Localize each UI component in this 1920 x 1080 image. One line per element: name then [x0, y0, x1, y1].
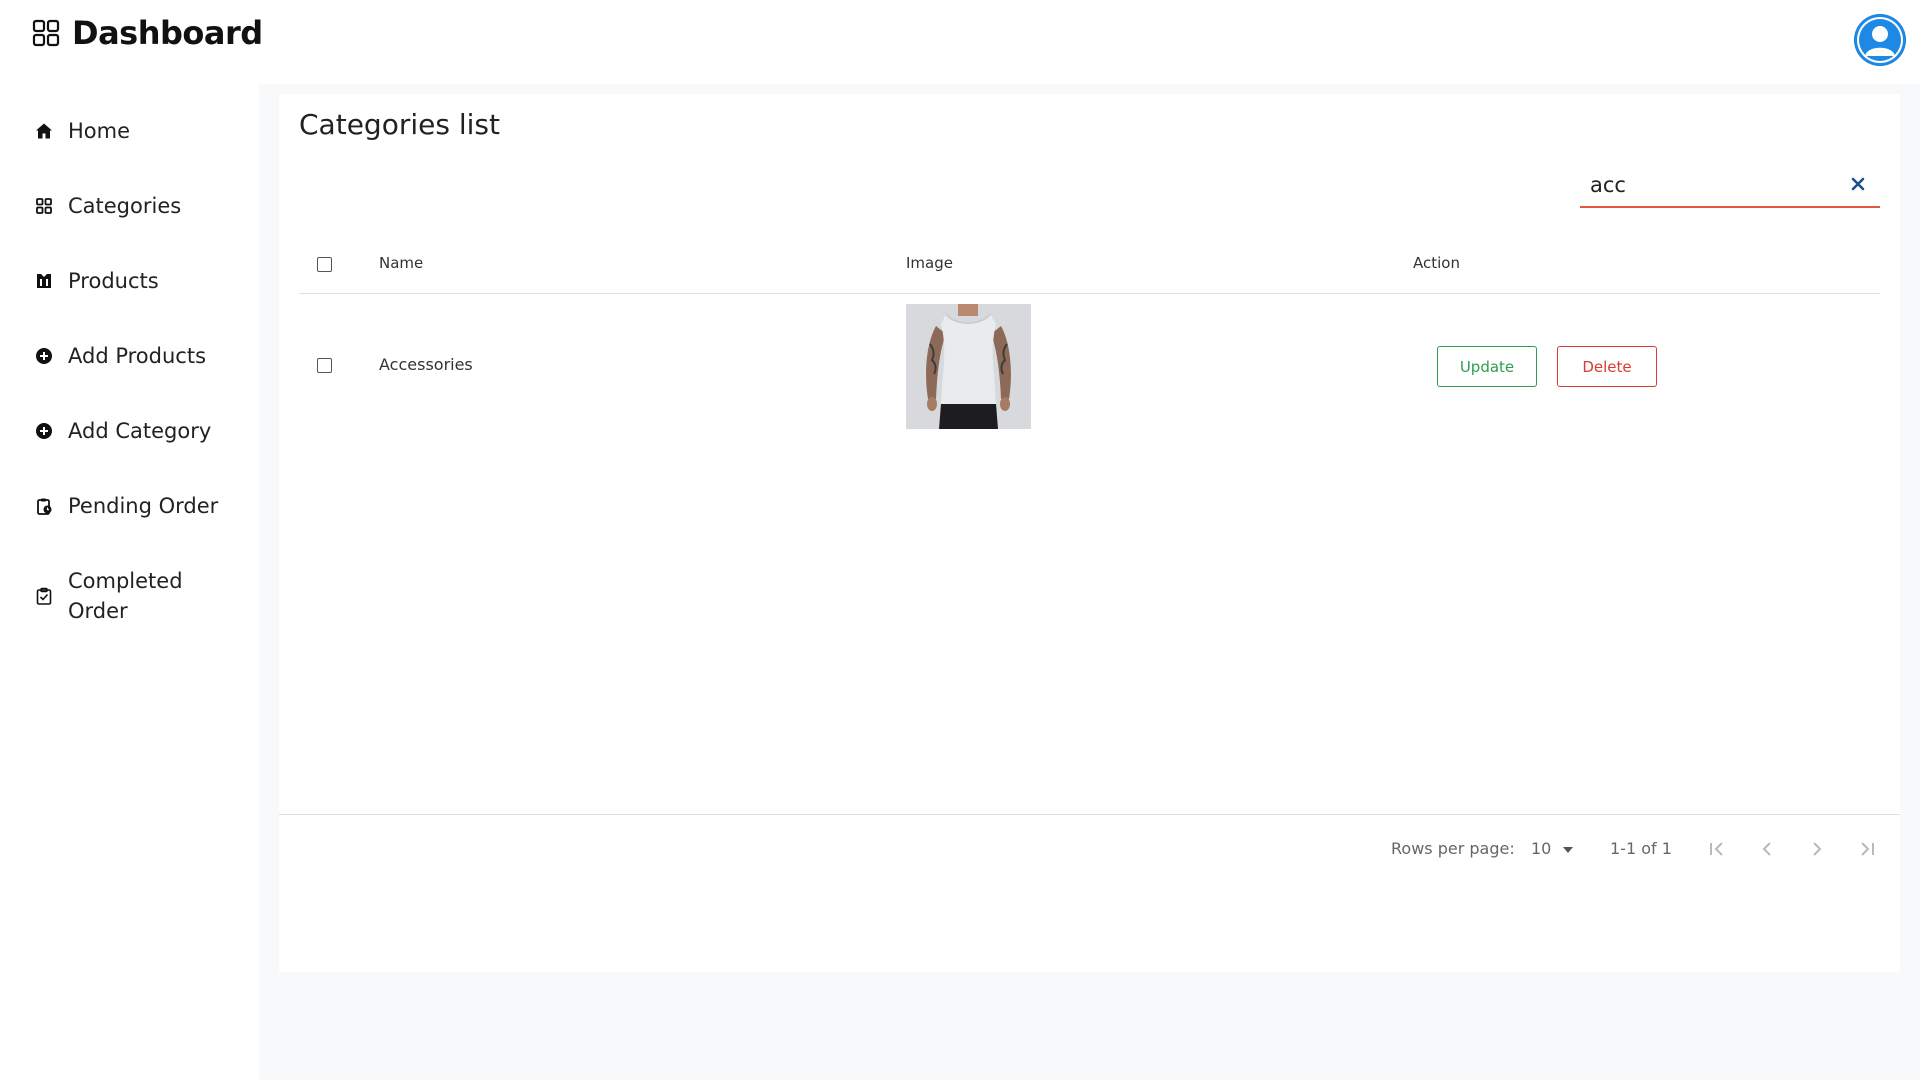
sidebar-item-label: Categories [68, 194, 182, 218]
dashboard-grid-icon [32, 19, 60, 47]
sidebar-item-label: Pending Order [68, 494, 219, 518]
avatar[interactable] [1854, 14, 1906, 66]
sidebar-item-label: Products [68, 269, 159, 293]
search-box [1580, 164, 1880, 208]
plus-circle-icon [32, 416, 56, 446]
column-header-image: Image [906, 254, 953, 272]
sidebar-item-add-products[interactable]: Add Products [32, 341, 206, 371]
sidebar-item-categories[interactable]: Categories [32, 191, 181, 221]
caret-down-icon[interactable] [1561, 843, 1575, 857]
pagination-range: 1-1 of 1 [1610, 839, 1672, 858]
plus-circle-icon [32, 341, 56, 371]
table-pagination: Rows per page: 10 1-1 of 1 [279, 814, 1900, 874]
sidebar-item-label: Add Products [68, 344, 207, 368]
category-image [906, 304, 1031, 429]
categories-card: Categories list Name Image Action Access… [279, 94, 1900, 972]
grid-icon [32, 191, 56, 221]
sidebar-item-label: Add Category [68, 419, 212, 443]
last-page-icon [1861, 842, 1874, 856]
home-icon [32, 116, 56, 146]
delete-button[interactable]: Delete [1557, 346, 1657, 387]
rows-per-page-select[interactable]: 10 [1531, 839, 1551, 858]
search-input[interactable] [1590, 170, 1830, 200]
clipboard-check-icon [32, 566, 56, 626]
sidebar-item-label: Completed Order [68, 569, 183, 623]
clipboard-clock-icon [32, 491, 56, 521]
products-icon [32, 266, 56, 296]
rows-per-page-label: Rows per page: [1391, 839, 1515, 858]
close-icon[interactable] [1848, 174, 1868, 194]
chevron-right-icon [1813, 842, 1822, 856]
user-icon [1854, 14, 1906, 66]
previous-page-button[interactable] [1755, 837, 1779, 861]
column-header-action: Action [1413, 254, 1460, 272]
sidebar-item-add-category[interactable]: Add Category [32, 416, 211, 446]
table-header: Name Image Action [299, 234, 1880, 294]
page-title: Categories list [299, 108, 500, 141]
sidebar-item-home[interactable]: Home [32, 116, 130, 146]
sidebar: Home Categories Products Add Products Ad… [0, 84, 259, 1080]
first-page-icon [1710, 842, 1723, 856]
next-page-button[interactable] [1805, 837, 1829, 861]
first-page-button[interactable] [1705, 837, 1729, 861]
top-bar: Dashboard [0, 0, 1920, 84]
sidebar-item-label: Home [68, 119, 131, 143]
tank-top-photo-image [906, 304, 1031, 429]
app-title: Dashboard [72, 14, 263, 52]
select-all-checkbox[interactable] [317, 257, 332, 272]
sidebar-item-completed-order[interactable]: Completed Order [32, 566, 212, 626]
update-button[interactable]: Update [1437, 346, 1537, 387]
chevron-left-icon [1762, 842, 1771, 856]
brand[interactable]: Dashboard [32, 14, 263, 52]
table-row: Accessories Update Delete [299, 295, 1880, 435]
category-name: Accessories [379, 355, 473, 374]
column-header-name[interactable]: Name [379, 254, 423, 272]
sidebar-item-products[interactable]: Products [32, 266, 159, 296]
row-checkbox[interactable] [317, 358, 332, 373]
sidebar-item-pending-order[interactable]: Pending Order [32, 491, 218, 521]
last-page-button[interactable] [1855, 837, 1879, 861]
